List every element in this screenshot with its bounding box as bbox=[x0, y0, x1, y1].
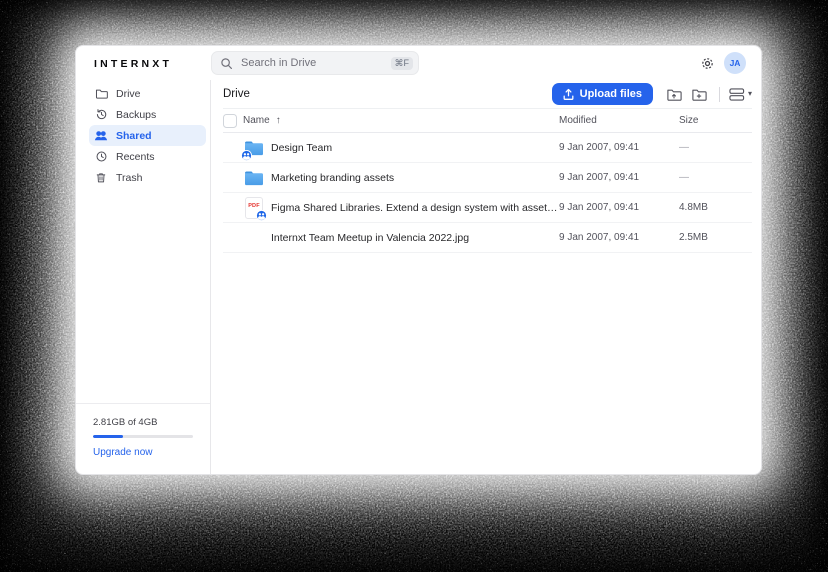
internxt-logo: INTERNXT bbox=[94, 58, 172, 70]
column-name-label: Name bbox=[243, 115, 270, 126]
upload-folder-button[interactable] bbox=[666, 87, 682, 102]
shared-badge bbox=[241, 150, 252, 161]
item-size: 2.5MB bbox=[679, 232, 752, 243]
sort-asc-icon: ↑ bbox=[276, 115, 281, 126]
table-row[interactable]: Marketing branding assets 9 Jan 2007, 09… bbox=[223, 163, 752, 193]
sidebar-item-recents[interactable]: Recents bbox=[89, 146, 206, 167]
column-modified[interactable]: Modified bbox=[559, 115, 679, 126]
trash-icon bbox=[94, 171, 108, 184]
clock-icon bbox=[94, 150, 108, 163]
storage-progress-bar bbox=[93, 435, 193, 439]
header-right: JA bbox=[700, 52, 761, 74]
item-modified: 9 Jan 2007, 09:41 bbox=[559, 142, 679, 153]
table-row[interactable]: Design Team 9 Jan 2007, 09:41 — bbox=[223, 133, 752, 163]
upload-files-label: Upload files bbox=[580, 88, 642, 100]
folder-plus-icon bbox=[691, 87, 707, 102]
backup-clock-icon bbox=[94, 108, 108, 121]
screenshot-stage: INTERNXT ⌘F bbox=[0, 0, 828, 572]
logo-box: INTERNXT bbox=[76, 54, 211, 72]
folder-icon bbox=[243, 167, 265, 189]
toolbar-actions: Upload files bbox=[552, 83, 752, 105]
item-modified: 9 Jan 2007, 09:41 bbox=[559, 232, 679, 243]
storage-section: 2.81GB of 4GB Upgrade now bbox=[76, 403, 210, 475]
shared-badge bbox=[256, 210, 267, 221]
item-name: Figma Shared Libraries. Extend a design … bbox=[271, 202, 559, 214]
storage-progress-fill bbox=[93, 435, 123, 439]
item-name: Internxt Team Meetup in Valencia 2022.jp… bbox=[271, 232, 469, 244]
select-all-checkbox[interactable] bbox=[223, 114, 237, 128]
new-folder-button[interactable] bbox=[691, 87, 707, 102]
toolbar: Drive Upload files bbox=[223, 80, 752, 109]
app-window: INTERNXT ⌘F bbox=[75, 45, 762, 475]
sidebar-item-label: Drive bbox=[116, 88, 141, 100]
item-modified: 9 Jan 2007, 09:41 bbox=[559, 172, 679, 183]
app-header: INTERNXT ⌘F bbox=[76, 46, 761, 80]
list-view-icon bbox=[729, 87, 745, 102]
item-modified: 9 Jan 2007, 09:41 bbox=[559, 202, 679, 213]
folder-shared-icon bbox=[243, 137, 265, 159]
shared-people-icon bbox=[94, 129, 108, 142]
sidebar-item-label: Shared bbox=[116, 130, 152, 142]
sidebar-item-label: Backups bbox=[116, 109, 156, 121]
search-shortcut-badge: ⌘F bbox=[391, 57, 414, 70]
search-bar[interactable]: ⌘F bbox=[211, 51, 419, 75]
item-name: Marketing branding assets bbox=[271, 172, 394, 184]
settings-button[interactable] bbox=[700, 56, 715, 71]
upload-icon bbox=[563, 88, 574, 100]
sidebar-item-drive[interactable]: Drive bbox=[89, 83, 206, 104]
toolbar-divider bbox=[719, 87, 720, 102]
column-name[interactable]: Name ↑ bbox=[243, 115, 559, 126]
sidebar-item-shared[interactable]: Shared bbox=[89, 125, 206, 146]
table-row[interactable]: PDF Figma Shared Libraries. Extend a des… bbox=[223, 193, 752, 223]
folder-icon bbox=[94, 87, 108, 100]
sidebar-item-label: Recents bbox=[116, 151, 155, 163]
search-input[interactable] bbox=[239, 56, 391, 70]
avatar[interactable]: JA bbox=[724, 52, 746, 74]
storage-usage-label: 2.81GB of 4GB bbox=[93, 417, 193, 428]
chevron-down-icon: ▾ bbox=[748, 90, 752, 98]
sidebar: Drive Backups Shared bbox=[76, 80, 211, 474]
item-name: Design Team bbox=[271, 142, 332, 154]
upgrade-link[interactable]: Upgrade now bbox=[93, 447, 152, 458]
gear-icon bbox=[700, 56, 715, 71]
app-body: Drive Backups Shared bbox=[76, 80, 761, 474]
sidebar-item-backups[interactable]: Backups bbox=[89, 104, 206, 125]
upload-files-button[interactable]: Upload files bbox=[552, 83, 653, 105]
table-row[interactable]: Internxt Team Meetup in Valencia 2022.jp… bbox=[223, 223, 752, 253]
item-size: — bbox=[679, 142, 752, 153]
table-header: Name ↑ Modified Size bbox=[223, 109, 752, 133]
item-size: — bbox=[679, 172, 752, 183]
pdf-file-icon: PDF bbox=[243, 197, 265, 219]
view-mode-toggle[interactable]: ▾ bbox=[729, 87, 752, 102]
item-size: 4.8MB bbox=[679, 202, 752, 213]
sidebar-item-label: Trash bbox=[116, 172, 142, 184]
main-content: Drive Upload files bbox=[211, 80, 761, 474]
breadcrumb[interactable]: Drive bbox=[223, 88, 250, 100]
sidebar-item-trash[interactable]: Trash bbox=[89, 167, 206, 188]
image-thumbnail bbox=[243, 227, 265, 249]
search-icon bbox=[220, 57, 233, 70]
column-size[interactable]: Size bbox=[679, 115, 752, 126]
folder-upload-icon bbox=[666, 87, 682, 102]
